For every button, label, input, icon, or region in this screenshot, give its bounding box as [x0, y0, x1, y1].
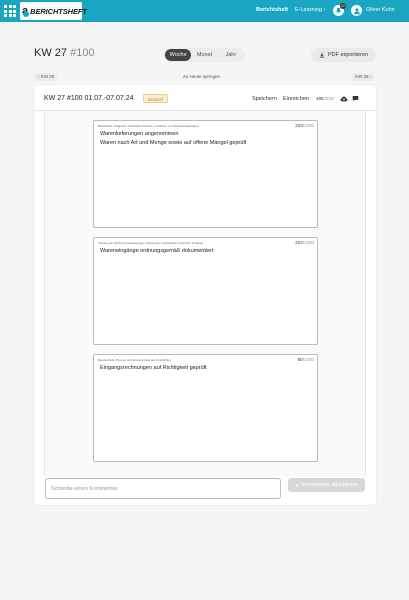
jump-to-today-button[interactable]: Zu Heute springen	[179, 73, 224, 81]
pdf-export-button[interactable]: PDF exportieren	[311, 48, 376, 62]
download-icon	[319, 52, 325, 58]
section-weekly-topics[interactable]: Themen der Woche (Unterweisungen, Schulu…	[93, 237, 318, 345]
section-char-max: /1000	[302, 357, 314, 362]
chars-max: /3000	[323, 96, 335, 101]
next-week-button[interactable]: KW 28 ›	[351, 73, 376, 81]
nav-berichtsheft[interactable]: Berichtsheft	[256, 7, 288, 13]
report-card: KW 27 #100 01.07.-07.07.24 Entwurf Speic…	[34, 85, 376, 505]
user-name[interactable]: Oliver Kuhn	[366, 7, 395, 13]
comment-icon[interactable]	[352, 95, 359, 102]
user-icon	[353, 7, 360, 14]
brand-name: BERICHTSHEFT	[30, 6, 87, 16]
report-body: Betriebliche Tätigkeiten (Praktische Arb…	[44, 111, 366, 476]
view-week-button[interactable]: Woche	[165, 49, 192, 61]
azubi-logo-icon: a	[22, 4, 30, 18]
view-toggle: Woche Monat Jahr	[164, 48, 245, 62]
section-char-max: /1000	[302, 240, 314, 245]
section-vocational-school[interactable]: Berufsschule (Themen und Schwerpunkte de…	[93, 354, 318, 462]
pdf-export-label: PDF exportieren	[327, 52, 369, 58]
save-button[interactable]: Speichern	[252, 96, 277, 102]
section-text[interactable]: Warenlieferungen angenommen Waren nach A…	[100, 130, 246, 147]
char-total-counter: 495/3000	[316, 96, 335, 101]
section-char-count: 222	[295, 240, 303, 245]
submit-comment-button[interactable]: Kommentar abschicken	[288, 478, 365, 492]
report-title: KW 27 #100 01.07.-07.07.24	[44, 95, 134, 102]
section-char-max: /1000	[302, 123, 314, 128]
notification-count-badge: 10	[340, 3, 346, 9]
submit-comment-label: Kommentar abschicken	[301, 482, 359, 488]
nav-elearning-label: E-Learning	[295, 7, 322, 13]
top-bar: a BERICHTSHEFT Berichtsheft E-Learning ›…	[0, 0, 409, 22]
prev-week-button[interactable]: ‹ KW 26	[34, 73, 59, 81]
section-label: Berufsschule (Themen und Schwerpunkte de…	[98, 358, 171, 362]
brand-logo[interactable]: a BERICHTSHEFT	[20, 2, 87, 20]
section-text[interactable]: Eingangsrechnungen auf Richtigkeit geprü…	[100, 364, 207, 373]
report-card-header: KW 27 #100 01.07.-07.07.24 Entwurf Speic…	[34, 85, 376, 111]
view-month-button[interactable]: Monat	[191, 49, 217, 61]
page-title-week: KW 27	[34, 47, 68, 59]
section-char-counter: 50/1000	[298, 357, 314, 362]
section-text[interactable]: Wareneingänge ordnungsgemäß dokumentiert	[100, 247, 214, 256]
chars-used: 495	[316, 96, 324, 101]
page-title: KW 27 #100	[34, 47, 95, 59]
user-avatar[interactable]	[351, 5, 362, 16]
view-year-button[interactable]: Jahr	[218, 49, 244, 61]
section-operational-tasks[interactable]: Betriebliche Tätigkeiten (Praktische Arb…	[93, 120, 318, 228]
notifications-button[interactable]: 10	[333, 3, 346, 16]
section-char-count: 223	[295, 123, 303, 128]
cloud-upload-icon[interactable]	[340, 95, 348, 103]
comment-input[interactable]: Schreibe einen Kommentar	[45, 478, 281, 499]
submit-button[interactable]: Einreichen	[283, 96, 309, 102]
page-title-number: #100	[70, 47, 95, 59]
section-char-counter: 223/1000	[295, 123, 314, 128]
status-badge: Entwurf	[143, 94, 169, 103]
app-grid-icon[interactable]	[4, 5, 16, 17]
send-icon	[294, 483, 299, 487]
section-char-counter: 222/1000	[295, 240, 314, 245]
section-label: Betriebliche Tätigkeiten (Praktische Arb…	[98, 124, 200, 128]
section-label: Themen der Woche (Unterweisungen, Schulu…	[98, 241, 204, 245]
nav-elearning[interactable]: E-Learning ›	[295, 7, 325, 13]
